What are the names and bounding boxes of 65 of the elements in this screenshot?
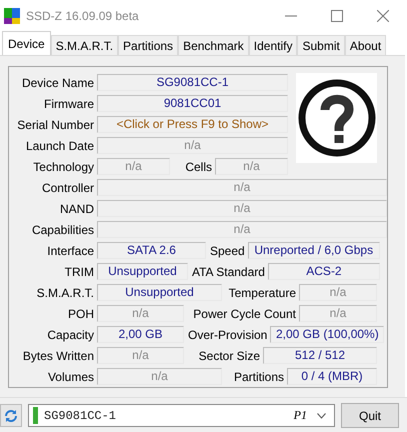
field-value: 0 / 4 (MBR) [287,368,377,385]
tab[interactable]: Benchmark [178,35,249,55]
field-value: 512 / 512 [263,347,377,364]
tab[interactable]: S.M.A.R.T. [50,35,118,55]
tab[interactable]: Partitions [118,35,178,55]
field-value[interactable]: <Click or Press F9 to Show> [97,116,288,133]
field-label: Capacity [46,328,95,342]
refresh-button[interactable] [0,404,22,427]
field-value: n/a [97,200,387,217]
field-value: n/a [97,158,170,175]
field-label: Launch Date [24,138,95,152]
tab[interactable]: Device [2,31,51,55]
chevron-down-icon [317,412,326,418]
field-value: n/a [97,179,387,196]
field-label: Sector Size [198,348,261,362]
field-label: Over-Provision [187,328,268,342]
field-value: ACS-2 [268,263,380,280]
tab[interactable]: About [344,35,386,55]
tab[interactable]: Identify [248,35,298,55]
field-label: Power Cycle Count [192,306,297,320]
field-value: SG9081CC-1 [97,74,288,91]
field-label: Bytes Written [22,348,95,362]
partition-label: P1 [294,408,307,423]
field-label: Cells [184,160,213,174]
field-value: n/a [299,305,377,322]
field-value: Unreported / 6,0 Gbps [248,242,380,259]
field-label: Capabilities [30,222,95,236]
field-value: n/a [97,137,288,154]
field-label: Firmware [43,96,95,110]
tab[interactable]: Submit [297,35,345,55]
field-label: POH [66,306,95,320]
field-label: Interface [46,244,95,258]
quit-button[interactable]: Quit [341,403,399,428]
field-label: Speed [209,244,246,258]
field-value: n/a [97,305,184,322]
field-label: Partitions [232,370,285,384]
field-value: n/a [97,347,184,364]
field-value: Unsupported [97,284,222,301]
drive-dropdown[interactable]: SG9081CC-1 P1 [28,404,335,427]
close-icon[interactable] [377,10,389,22]
field-value: n/a [97,221,387,238]
field-value: n/a [215,158,288,175]
field-label: Controller [40,180,95,194]
status-bar-icon [33,407,38,424]
field-label: NAND [58,202,95,216]
field-value: n/a [97,368,222,385]
field-value: 2,00 GB (100,00%) [270,326,384,343]
field-label: Temperature [228,286,297,300]
field-label: Serial Number [16,118,95,132]
field-value: n/a [299,284,377,301]
maximize-icon[interactable] [331,10,343,22]
refresh-icon [4,408,18,422]
field-value: SATA 2.6 [97,242,206,259]
app-icon [4,8,20,24]
field-label: S.M.A.R.T. [36,286,95,300]
field-value: Unsupported [97,263,188,280]
field-value: 9081CC01 [97,95,288,112]
field-label: Technology [32,160,95,174]
field-label: ATA Standard [191,264,266,278]
field-value: 2,00 GB [97,326,184,343]
field-label: TRIM [64,264,95,278]
drive-name: SG9081CC-1 [44,408,118,422]
window-title: SSD-Z 16.09.09 beta [26,8,140,22]
field-label: Device Name [20,76,95,90]
field-label: Volumes [46,370,95,384]
